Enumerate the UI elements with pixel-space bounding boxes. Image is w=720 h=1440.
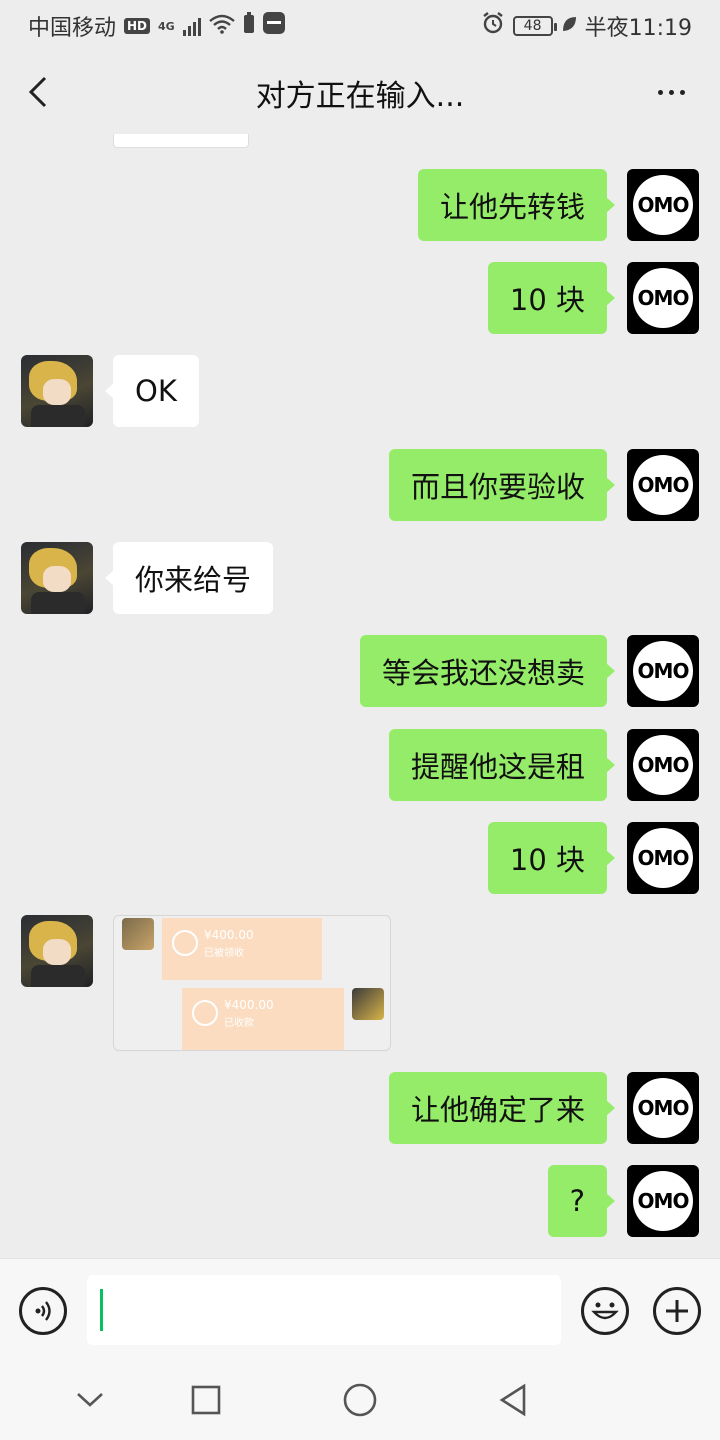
check-icon <box>192 1000 218 1026</box>
message-row: 10 块 OMO <box>0 262 720 334</box>
more-dots-icon <box>657 89 663 95</box>
huawei-icon <box>262 12 285 40</box>
voice-icon <box>35 1301 51 1321</box>
payment-amount: ¥400.00 <box>224 998 274 1012</box>
nav-down-button[interactable] <box>70 1380 110 1420</box>
avatar[interactable] <box>21 355 93 427</box>
message-row: 10 块 OMO <box>0 822 720 894</box>
voice-button[interactable] <box>19 1287 67 1335</box>
check-icon <box>172 930 198 956</box>
sent-bubble[interactable]: 让他先转钱 <box>417 169 616 241</box>
avatar[interactable]: OMO <box>627 449 699 521</box>
avatar[interactable]: OMO <box>627 729 699 801</box>
hd-icon: HD <box>124 18 151 34</box>
received-bubble[interactable]: 你来给号 <box>104 542 274 614</box>
nav-down-icon <box>77 1393 103 1407</box>
message-row: 等会我还没想卖 OMO <box>0 635 720 707</box>
network-type: 4G <box>158 19 175 33</box>
message-row: 而且你要验收 OMO <box>0 449 720 521</box>
more-button[interactable] <box>646 72 696 112</box>
plus-button[interactable] <box>653 1287 701 1335</box>
battery-saver-icon <box>243 12 255 40</box>
avatar-logo: OMO <box>633 175 693 235</box>
sent-bubble[interactable]: 提醒他这是租 <box>388 729 616 801</box>
payment-amount: ¥400.00 <box>204 928 254 942</box>
nav-back-icon <box>499 1383 526 1417</box>
avatar-logo: OMO <box>633 1078 693 1138</box>
avatar[interactable]: OMO <box>627 635 699 707</box>
avatar-logo: OMO <box>633 1171 693 1231</box>
back-chevron-icon <box>28 76 47 108</box>
avatar-logo: OMO <box>633 268 693 328</box>
image-message[interactable]: ¥400.00 已被领收 ¥400.00 已收款 <box>113 915 391 1051</box>
clock-time: 半夜11:19 <box>584 16 692 41</box>
payment-status: 已收款 <box>224 1018 254 1029</box>
system-nav-bar <box>0 1360 720 1440</box>
payment-card: ¥400.00 已被领收 <box>162 918 322 980</box>
sent-bubble[interactable]: 10 块 <box>487 262 616 334</box>
sent-bubble[interactable]: 10 块 <box>487 822 616 894</box>
nav-home-icon <box>343 1383 377 1417</box>
chat-header: 对方正在输入... <box>0 52 720 134</box>
status-left: 中国移动 HD 4G <box>28 10 285 42</box>
mini-avatar <box>122 918 154 950</box>
message-row: OK <box>0 355 720 427</box>
payment-status: 已被领收 <box>204 948 244 959</box>
avatar-logo: OMO <box>633 455 693 515</box>
battery-icon: 48 <box>512 16 557 36</box>
message-row: ¥400.00 已被领收 ¥400.00 已收款 <box>0 915 720 1051</box>
partial-image-message[interactable] <box>113 134 249 148</box>
message-row: ? OMO <box>0 1165 720 1237</box>
text-caret <box>100 1289 103 1331</box>
status-right: 48 半夜11:19 <box>481 10 692 42</box>
avatar[interactable]: OMO <box>627 1072 699 1144</box>
emoji-button[interactable] <box>581 1287 629 1335</box>
avatar-logo: OMO <box>633 641 693 701</box>
avatar-logo: OMO <box>633 828 693 888</box>
message-row: 你来给号 <box>0 542 720 614</box>
sent-bubble[interactable]: 而且你要验收 <box>388 449 616 521</box>
carrier-name: 中国移动 <box>28 16 117 41</box>
sent-bubble[interactable]: ? <box>547 1165 616 1237</box>
chat-title: 对方正在输入... <box>255 79 465 114</box>
nav-recents-button[interactable] <box>186 1380 226 1420</box>
chat-area[interactable]: 让他先转钱 OMO 10 块 OMO OK 而且你要验收 OMO 你来给号 等会… <box>0 134 720 1258</box>
avatar[interactable] <box>21 915 93 987</box>
sent-bubble[interactable]: 让他确定了来 <box>388 1072 616 1144</box>
avatar[interactable] <box>21 542 93 614</box>
message-row: 让他先转钱 OMO <box>0 169 720 241</box>
plus-icon <box>666 1300 688 1322</box>
message-row: 让他确定了来 OMO <box>0 1072 720 1144</box>
received-bubble[interactable]: OK <box>105 355 199 427</box>
payment-card: ¥400.00 已收款 <box>182 988 344 1050</box>
status-bar: 中国移动 HD 4G 48 半夜11:19 <box>0 0 720 52</box>
avatar[interactable]: OMO <box>627 1165 699 1237</box>
emoji-icon <box>591 1302 619 1320</box>
avatar[interactable]: OMO <box>627 262 699 334</box>
nav-back-button[interactable] <box>493 1380 533 1420</box>
sent-bubble[interactable]: 等会我还没想卖 <box>359 635 616 707</box>
signal-icon <box>182 16 201 36</box>
nav-home-button[interactable] <box>340 1380 380 1420</box>
avatar-logo: OMO <box>633 735 693 795</box>
back-button[interactable] <box>18 72 58 112</box>
leaf-icon <box>561 14 577 39</box>
avatar[interactable]: OMO <box>627 822 699 894</box>
alarm-icon <box>481 11 505 41</box>
wifi-icon <box>208 14 235 39</box>
message-row: 提醒他这是租 OMO <box>0 729 720 801</box>
mini-avatar <box>352 988 384 1020</box>
nav-recents-icon <box>191 1385 221 1415</box>
message-input[interactable] <box>87 1275 561 1345</box>
input-bar <box>0 1258 720 1360</box>
avatar[interactable]: OMO <box>627 169 699 241</box>
